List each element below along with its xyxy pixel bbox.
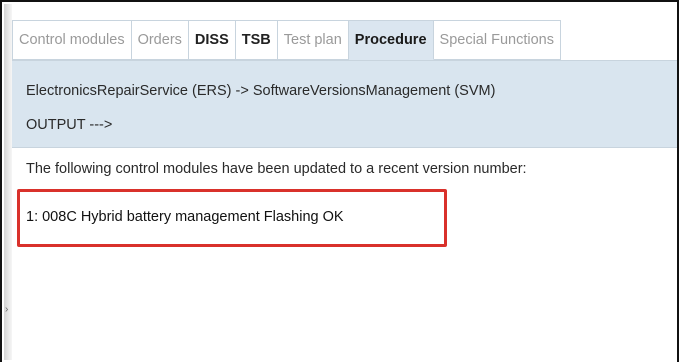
tab-test-plan[interactable]: Test plan — [277, 20, 349, 60]
procedure-header: ElectronicsRepairService (ERS) -> Softwa… — [12, 60, 677, 148]
tab-diss[interactable]: DISS — [188, 20, 236, 60]
update-message: The following control modules have been … — [26, 161, 527, 177]
output-label: OUTPUT ---> — [26, 117, 113, 133]
edge-marker: › — [5, 304, 9, 315]
tab-control-modules[interactable]: Control modules — [12, 20, 132, 60]
flash-result-item: 1: 008C Hybrid battery management Flashi… — [26, 209, 344, 225]
tab-tsb[interactable]: TSB — [235, 20, 278, 60]
tab-special-functions[interactable]: Special Functions — [433, 20, 561, 60]
tab-bar: Control modules Orders DISS TSB Test pla… — [12, 20, 561, 60]
procedure-path: ElectronicsRepairService (ERS) -> Softwa… — [26, 83, 496, 99]
tab-procedure[interactable]: Procedure — [348, 20, 434, 60]
tab-orders[interactable]: Orders — [131, 20, 189, 60]
diagnostic-window: Control modules Orders DISS TSB Test pla… — [0, 0, 679, 362]
